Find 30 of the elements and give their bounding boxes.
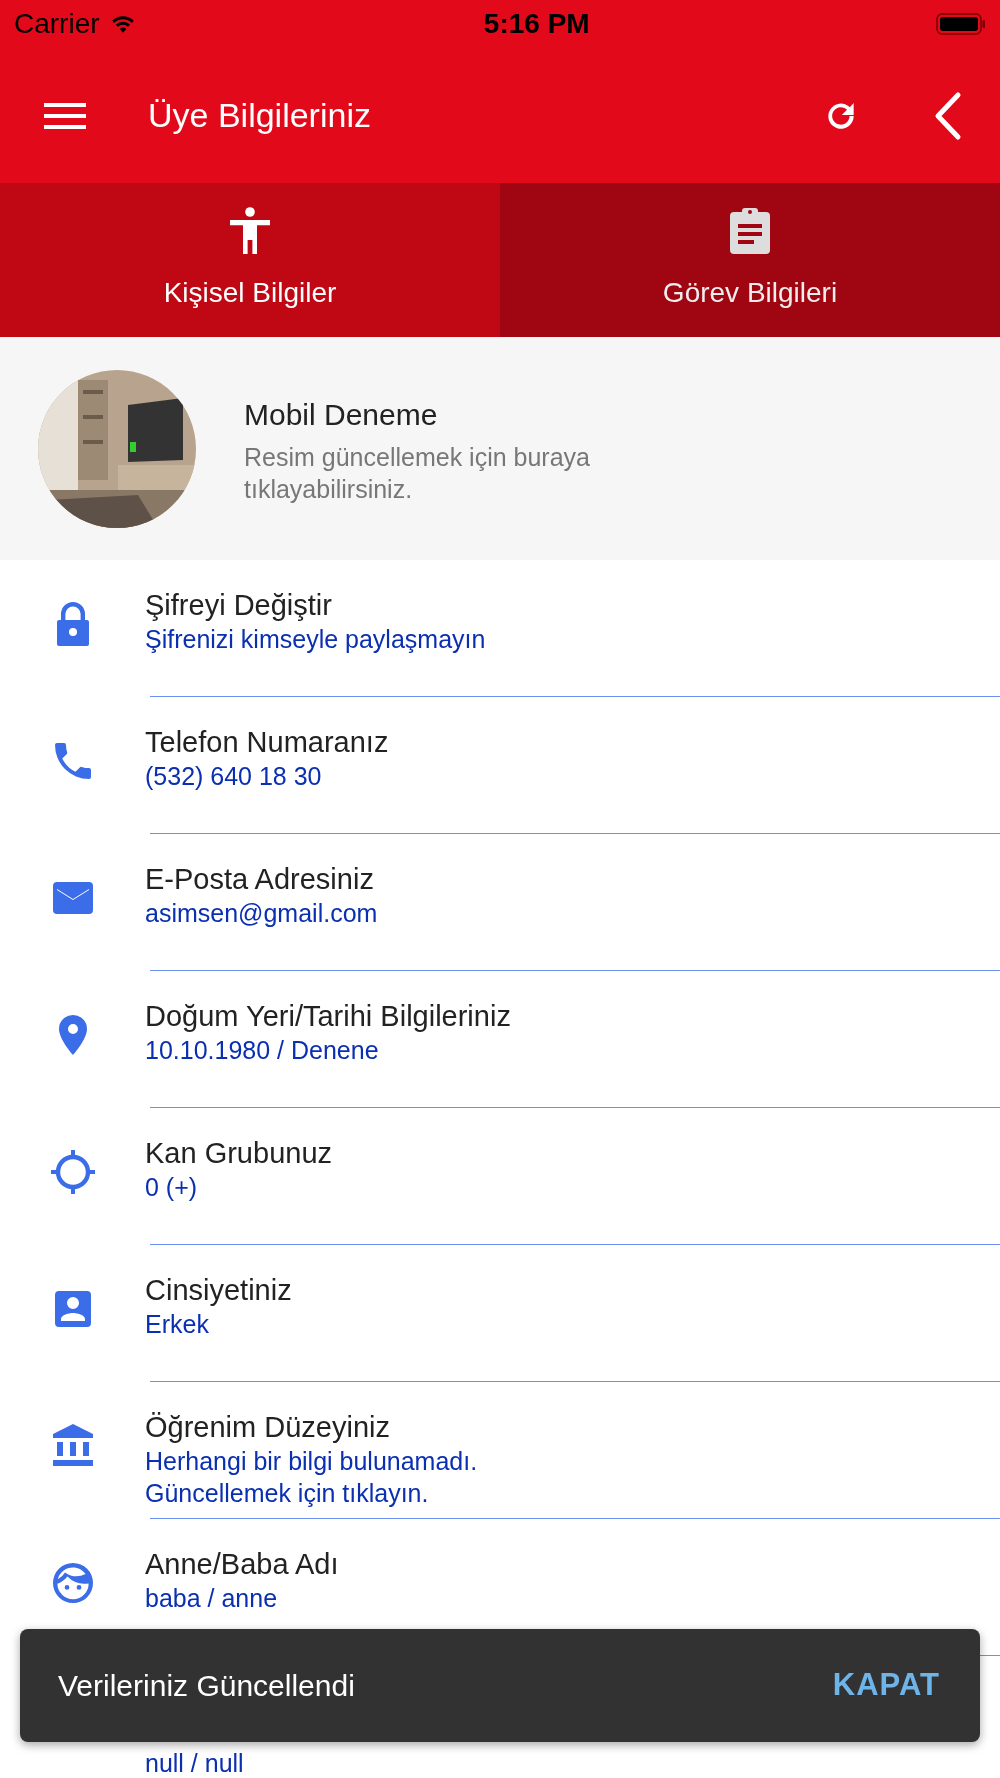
row-title[interactable]: Doğum Yeri/Tarihi Bilgileriniz (145, 999, 565, 1034)
clipboard-icon (728, 206, 772, 256)
status-time: 5:16 PM (483, 7, 590, 41)
row-value: baba / anne (145, 1582, 279, 1614)
row-value: Herhangi bir bilgi bulunamadı. Güncellemek için tıklayın. (145, 1445, 479, 1510)
row-title[interactable]: Cinsiyetiniz (145, 1273, 565, 1308)
profile-name: Mobil Deneme (244, 396, 439, 433)
row-value: (532) 640 18 30 (145, 760, 323, 792)
snackbar-message: Verileriniz Güncellendi (58, 1668, 355, 1704)
carrier-label: Carrier (14, 7, 100, 41)
tab[interactable]: Görev Bilgileri (500, 183, 1000, 337)
row-value: null / null (145, 1750, 245, 1778)
row-value: 0 (+) (145, 1171, 199, 1203)
row-value: Erkek (145, 1308, 210, 1340)
row-title[interactable]: Öğrenim Düzeyiniz (145, 1410, 565, 1445)
photo-hint: Resim güncellemek için buraya tıklayabilirsiniz. (244, 441, 591, 505)
battery-icon (936, 13, 986, 35)
tab[interactable]: Kişisel Bilgiler (0, 183, 500, 337)
crosshair-icon (48, 1148, 97, 1196)
menu-button[interactable] (44, 100, 86, 131)
row-value: asimsen@gmail.com (145, 897, 379, 929)
row-title[interactable]: Telefon Numaranız (145, 725, 565, 760)
row-title[interactable]: Kan Grubunuz (145, 1136, 565, 1171)
row-title[interactable]: E-Posta Adresiniz (145, 862, 565, 897)
row-value: 10.10.1980 / Denene (145, 1034, 380, 1066)
row-title[interactable]: Şifreyi Değiştir (145, 588, 565, 623)
page-title: Üye Bilgileriniz (148, 95, 372, 136)
close-button[interactable]: KAPAT (832, 1662, 940, 1709)
row-title[interactable]: Anne/Baba Adı (145, 1547, 565, 1582)
row-value: Şifrenizi kimseyle paylaşmayın (145, 623, 487, 655)
